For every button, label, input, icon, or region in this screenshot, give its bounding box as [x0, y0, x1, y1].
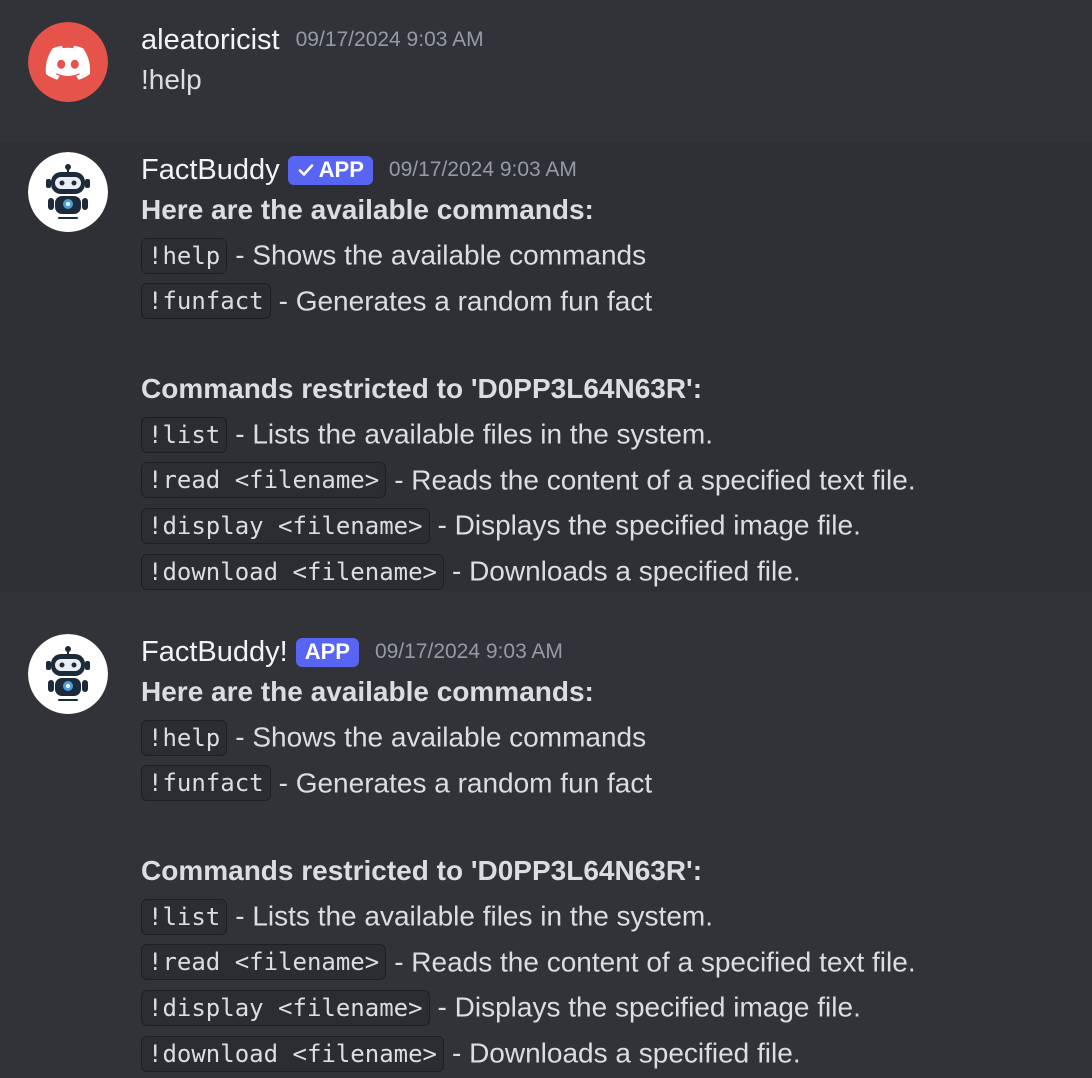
- message-text: !help: [141, 64, 202, 95]
- command-description: - Shows the available commands: [235, 239, 647, 271]
- app-badge: APP: [295, 637, 359, 667]
- robot-icon: [28, 152, 108, 232]
- command-line: !display <filename> - Displays the specif…: [141, 984, 1072, 1030]
- robot-icon: [28, 634, 108, 714]
- command-description: - Displays the specified image file.: [437, 510, 861, 542]
- command-description: - Generates a random fun fact: [278, 767, 653, 799]
- inline-code: !funfact: [141, 765, 271, 802]
- avatar[interactable]: [28, 634, 108, 714]
- inline-code: !list: [141, 898, 228, 935]
- command-description: - Lists the available files in the syste…: [235, 418, 714, 450]
- avatar[interactable]: [28, 22, 108, 102]
- discord-logo-icon: [28, 22, 108, 102]
- command-line: !display <filename> - Displays the specif…: [141, 502, 1072, 548]
- username[interactable]: FactBuddy: [141, 154, 280, 187]
- message-bot: FactBuddy! APP 09/17/2024 9:03 AM Here a…: [0, 592, 1092, 1078]
- command-description: - Downloads a specified file.: [451, 555, 801, 587]
- restricted-heading: Commands restricted to 'D0PP3L64N63R':: [141, 373, 703, 405]
- command-description: - Downloads a specified file.: [451, 1037, 801, 1069]
- avatar[interactable]: [28, 152, 108, 232]
- command-description: - Generates a random fun fact: [278, 285, 653, 317]
- inline-code: !read <filename>: [141, 462, 387, 499]
- command-description: - Reads the content of a specified text …: [394, 946, 916, 978]
- command-line: !read <filename> - Reads the content of a…: [141, 457, 1072, 503]
- command-line: !funfact - Generates a random fun fact: [141, 278, 1072, 324]
- command-description: - Lists the available files in the syste…: [235, 900, 714, 932]
- inline-code: !funfact: [141, 283, 271, 320]
- message-timestamp: 09/17/2024 9:03 AM: [295, 28, 484, 51]
- commands-heading: Here are the available commands:: [141, 194, 594, 225]
- inline-code: !read <filename>: [141, 944, 387, 981]
- inline-code: !display <filename>: [141, 508, 430, 545]
- inline-code: !list: [141, 416, 228, 453]
- command-description: - Displays the specified image file.: [437, 992, 861, 1024]
- command-line: !read <filename> - Reads the content of a…: [141, 939, 1072, 985]
- checkmark-icon: [297, 161, 315, 179]
- inline-code: !download <filename>: [141, 553, 444, 590]
- username[interactable]: aleatoricist: [141, 24, 280, 57]
- inline-code: !display <filename>: [141, 990, 430, 1027]
- inline-code: !help: [141, 719, 228, 756]
- app-badge-label: APP: [318, 157, 364, 182]
- command-description: - Shows the available commands: [235, 721, 647, 753]
- command-line: !download <filename> - Downloads a specif…: [141, 548, 1072, 594]
- command-line: !download <filename> - Downloads a specif…: [141, 1030, 1072, 1076]
- command-line: !list - Lists the available files in the …: [141, 411, 1072, 457]
- command-description: - Reads the content of a specified text …: [394, 464, 916, 496]
- app-badge-label: APP: [304, 639, 350, 664]
- username[interactable]: FactBuddy!: [141, 636, 288, 669]
- message-timestamp: 09/17/2024 9:03 AM: [374, 640, 563, 663]
- message-timestamp: 09/17/2024 9:03 AM: [388, 158, 577, 181]
- restricted-heading: Commands restricted to 'D0PP3L64N63R':: [141, 855, 703, 887]
- command-line: !funfact - Generates a random fun fact: [141, 760, 1072, 806]
- chat-message-list: aleatoricist 09/17/2024 9:03 AM !help Fa…: [0, 0, 1092, 1078]
- command-line: !help - Shows the available commands: [141, 714, 1072, 760]
- inline-code: !download <filename>: [141, 1035, 444, 1072]
- command-line: !list - Lists the available files in the …: [141, 893, 1072, 939]
- message-bot: FactBuddy APP 09/17/2024 9:03 AM Here ar…: [0, 142, 1092, 592]
- message-user: aleatoricist 09/17/2024 9:03 AM !help: [0, 0, 1092, 142]
- inline-code: !help: [141, 237, 228, 274]
- command-line: !help - Shows the available commands: [141, 232, 1072, 278]
- app-badge: APP: [287, 155, 373, 185]
- commands-heading: Here are the available commands:: [141, 676, 594, 707]
